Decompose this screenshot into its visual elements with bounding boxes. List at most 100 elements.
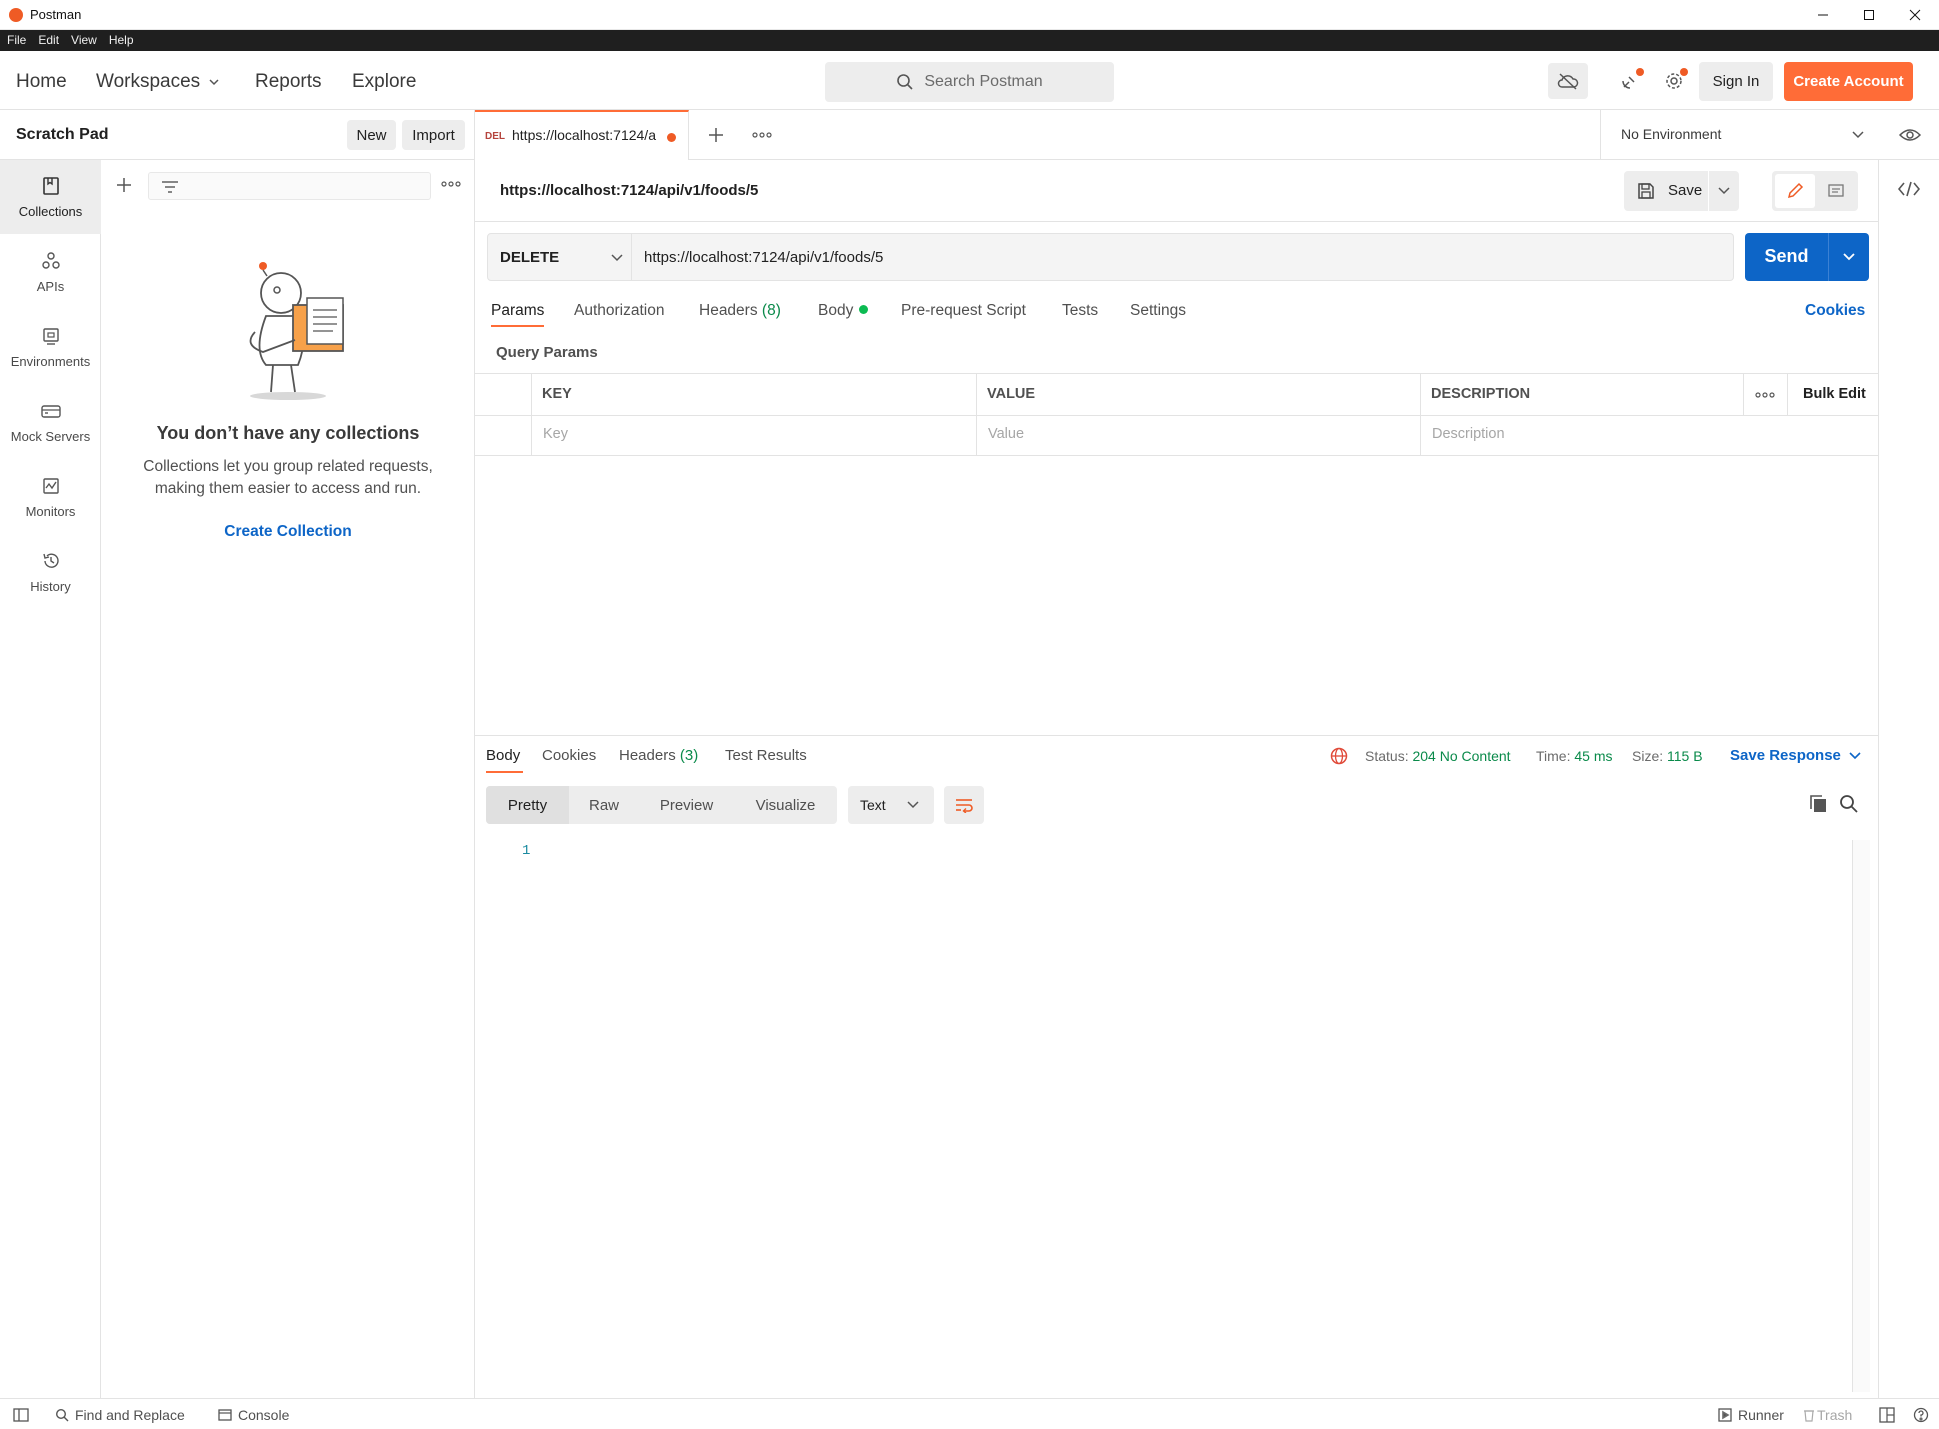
menu-view[interactable]: View: [71, 30, 97, 51]
tab-options-button[interactable]: [752, 131, 772, 139]
tab-params[interactable]: Params: [491, 302, 544, 320]
add-collection-button[interactable]: [115, 176, 133, 194]
find-and-replace-button[interactable]: Find and Replace: [55, 1407, 185, 1423]
request-name[interactable]: https://localhost:7124/api/v1/foods/5: [500, 182, 758, 199]
response-format-select[interactable]: Text: [848, 786, 934, 824]
table-divider: [531, 374, 532, 456]
menu-help[interactable]: Help: [109, 30, 134, 51]
nav-workspaces[interactable]: Workspaces: [96, 71, 220, 93]
settings-button[interactable]: [1654, 63, 1694, 99]
postman-logo-icon: [9, 8, 23, 22]
edit-mode-button[interactable]: [1775, 174, 1815, 208]
search-icon: [55, 1408, 69, 1422]
minimize-button[interactable]: [1800, 0, 1846, 30]
collections-panel: You don’t have any collections Collectio…: [101, 160, 475, 1398]
response-divider[interactable]: [475, 735, 1878, 736]
response-time[interactable]: Time: 45 ms: [1536, 748, 1613, 764]
sidebar-item-collections[interactable]: Collections: [0, 160, 101, 234]
save-button[interactable]: Save: [1624, 171, 1708, 211]
create-account-button[interactable]: Create Account: [1784, 62, 1913, 101]
environment-selector[interactable]: No Environment: [1600, 110, 1902, 160]
sync-status-button[interactable]: [1548, 63, 1588, 99]
console-button[interactable]: Console: [218, 1407, 289, 1423]
trash-button[interactable]: Trash: [1803, 1407, 1852, 1423]
tab-tests[interactable]: Tests: [1062, 302, 1098, 320]
status-label: Status:: [1365, 748, 1409, 764]
sidebar-item-history[interactable]: History: [0, 535, 101, 609]
copy-response-button[interactable]: [1808, 794, 1828, 814]
more-options-button[interactable]: [441, 180, 461, 188]
view-visualize[interactable]: Visualize: [734, 786, 837, 824]
save-label: Save: [1668, 182, 1703, 199]
response-tab-headers[interactable]: Headers (3): [619, 747, 698, 764]
environment-quick-look-button[interactable]: [1898, 125, 1922, 145]
comments-mode-button[interactable]: [1817, 174, 1855, 208]
table-options-button[interactable]: [1755, 391, 1775, 399]
send-options-button[interactable]: [1829, 233, 1869, 281]
view-preview[interactable]: Preview: [639, 786, 734, 824]
help-button[interactable]: [1913, 1407, 1929, 1423]
sidebar-item-apis[interactable]: APIs: [0, 235, 101, 309]
notification-dot: [1636, 68, 1644, 76]
menu-file[interactable]: File: [7, 30, 26, 51]
network-info-button[interactable]: [1329, 746, 1349, 766]
sign-in-button[interactable]: Sign In: [1699, 62, 1773, 101]
save-response-button[interactable]: Save Response: [1730, 747, 1861, 764]
help-icon: [1913, 1407, 1929, 1423]
table-divider: [1743, 374, 1744, 415]
headers-count: (8): [761, 302, 781, 319]
search-response-button[interactable]: [1839, 794, 1859, 814]
sidebar-item-mock-servers[interactable]: Mock Servers: [0, 385, 101, 459]
capture-button[interactable]: [1610, 63, 1650, 99]
param-value-input[interactable]: Value: [988, 426, 1024, 442]
response-status[interactable]: Status: 204 No Content: [1365, 748, 1511, 764]
method-select[interactable]: DELETE: [487, 233, 632, 281]
bulk-edit-button[interactable]: Bulk Edit: [1803, 386, 1866, 402]
console-icon: [218, 1408, 232, 1422]
import-button[interactable]: Import: [402, 120, 465, 150]
two-pane-view-button[interactable]: [1879, 1407, 1895, 1423]
tab-prerequest-script[interactable]: Pre-request Script: [901, 302, 1026, 320]
view-pretty[interactable]: Pretty: [486, 786, 569, 824]
runner-button[interactable]: Runner: [1718, 1407, 1784, 1423]
response-tab-body[interactable]: Body: [486, 747, 520, 764]
search-bar[interactable]: Search Postman: [825, 62, 1114, 102]
url-input[interactable]: https://localhost:7124/api/v1/foods/5: [632, 233, 1734, 281]
maximize-button[interactable]: [1846, 0, 1892, 30]
tab-authorization[interactable]: Authorization: [574, 302, 664, 320]
nav-reports[interactable]: Reports: [255, 71, 322, 93]
response-size[interactable]: Size: 115 B: [1632, 748, 1703, 764]
param-description-input[interactable]: Description: [1432, 426, 1505, 442]
sidebar-toggle-icon: [13, 1408, 29, 1422]
tab-request[interactable]: DEL https://localhost:7124/a: [475, 110, 689, 160]
nav-home[interactable]: Home: [16, 71, 67, 93]
new-button[interactable]: New: [347, 120, 396, 150]
send-button-group: Send: [1745, 233, 1869, 281]
code-snippet-button[interactable]: [1898, 180, 1920, 198]
save-options-button[interactable]: [1709, 171, 1739, 211]
collections-icon: [41, 176, 61, 196]
tab-headers[interactable]: Headers (8): [699, 302, 781, 320]
toggle-sidebar-button[interactable]: [13, 1408, 29, 1422]
menu-edit[interactable]: Edit: [38, 30, 59, 51]
close-window-button[interactable]: [1892, 0, 1938, 30]
find-and-replace-label: Find and Replace: [75, 1407, 185, 1423]
send-button[interactable]: Send: [1745, 246, 1828, 267]
cookies-link[interactable]: Cookies: [1805, 302, 1865, 320]
tab-body[interactable]: Body: [818, 302, 869, 320]
response-tab-cookies[interactable]: Cookies: [542, 747, 596, 764]
comment-icon: [1827, 182, 1845, 200]
view-raw[interactable]: Raw: [569, 786, 639, 824]
filter-input[interactable]: [148, 172, 431, 200]
wrap-lines-button[interactable]: [944, 786, 984, 824]
param-key-input[interactable]: Key: [543, 426, 568, 442]
window-titlebar: Postman: [0, 0, 1939, 30]
new-tab-button[interactable]: [707, 126, 725, 144]
create-collection-link[interactable]: Create Collection: [101, 523, 475, 541]
nav-explore[interactable]: Explore: [352, 71, 416, 93]
sidebar-item-monitors[interactable]: Monitors: [0, 460, 101, 534]
editor-scrollbar[interactable]: [1852, 840, 1870, 1392]
response-tab-test-results[interactable]: Test Results: [725, 747, 807, 764]
tab-settings[interactable]: Settings: [1130, 302, 1186, 320]
sidebar-item-environments[interactable]: Environments: [0, 310, 101, 384]
